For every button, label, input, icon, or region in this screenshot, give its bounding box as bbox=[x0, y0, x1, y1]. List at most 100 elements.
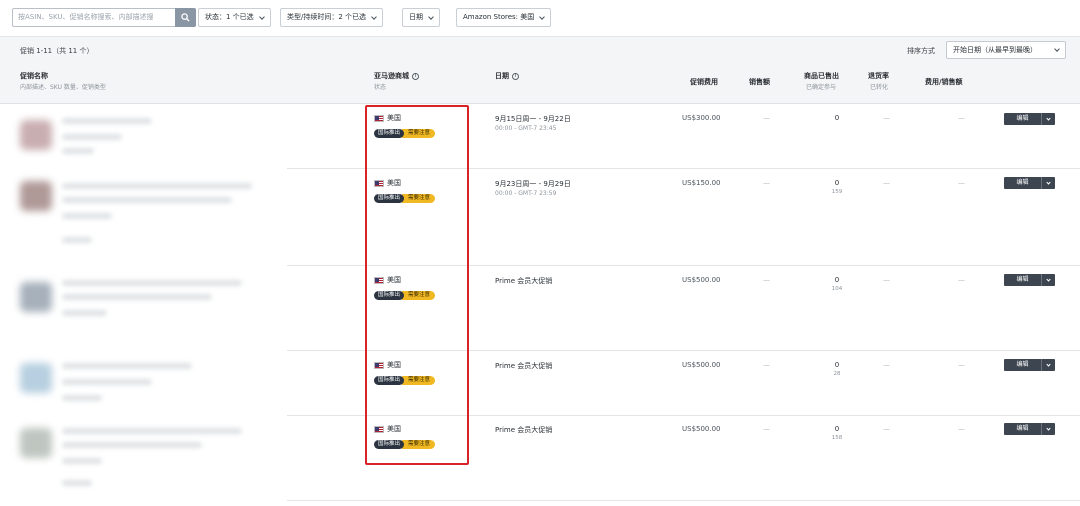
return-rate-value: — bbox=[883, 179, 890, 187]
row-divider bbox=[287, 500, 1080, 501]
units-sold-value: 0 bbox=[834, 361, 840, 369]
product-detail-redacted bbox=[62, 148, 94, 154]
units-committed-value: 158 bbox=[831, 435, 843, 441]
product-thumbnail bbox=[20, 120, 52, 150]
column-header-date-label: 日期 bbox=[495, 72, 509, 80]
return-rate-value: — bbox=[883, 425, 890, 433]
column-header-promo-name[interactable]: 促销名称 bbox=[20, 71, 48, 81]
product-thumbnail bbox=[20, 428, 52, 458]
date-filter-label: 日期 bbox=[409, 13, 423, 21]
edit-button-group: 编辑 bbox=[1004, 113, 1055, 125]
edit-options-button[interactable] bbox=[1041, 274, 1055, 286]
units-committed-value: 104 bbox=[831, 286, 843, 292]
product-detail-redacted bbox=[62, 458, 102, 464]
product-thumbnail bbox=[20, 363, 52, 393]
store-filter-dropdown[interactable]: Amazon Stores: 美国 bbox=[456, 8, 552, 27]
promo-type-badge: 国际推出 bbox=[374, 194, 405, 203]
column-header-date[interactable]: 日期 i bbox=[495, 71, 519, 81]
date-filter-dropdown[interactable]: 日期 bbox=[402, 8, 440, 27]
edit-button-group: 编辑 bbox=[1004, 274, 1055, 286]
fee-sales-value: — bbox=[958, 114, 965, 122]
event-name: Prime 会员大促销 bbox=[495, 277, 553, 285]
column-header-units-sold[interactable]: 商品已售出 bbox=[804, 71, 839, 81]
promo-type-badge: 国际推出 bbox=[374, 129, 405, 138]
sales-value: — bbox=[763, 425, 770, 433]
status-filter-dropdown[interactable]: 状态：1 个已选 bbox=[198, 8, 271, 27]
sort-select[interactable]: 开始日期（从最早到最晚） bbox=[946, 41, 1066, 59]
product-name-redacted bbox=[62, 118, 152, 124]
edit-button[interactable]: 编辑 bbox=[1004, 113, 1041, 125]
column-header-return-rate[interactable]: 退货率 bbox=[868, 71, 889, 81]
column-subheader-units-sold: 已确定参与 bbox=[806, 84, 837, 91]
chevron-down-icon bbox=[1046, 179, 1051, 185]
search-button[interactable] bbox=[175, 8, 196, 27]
edit-button[interactable]: 编辑 bbox=[1004, 177, 1041, 189]
product-detail-redacted bbox=[62, 395, 102, 401]
chevron-down-icon bbox=[1046, 361, 1051, 367]
column-header-fee[interactable]: 促销费用 bbox=[690, 77, 718, 87]
chevron-down-icon bbox=[1046, 115, 1051, 121]
edit-button[interactable]: 编辑 bbox=[1004, 423, 1041, 435]
product-name-redacted bbox=[62, 428, 242, 434]
return-rate-value: — bbox=[883, 276, 890, 284]
date-range: 9月15日周一 - 9月22日 bbox=[495, 115, 571, 123]
column-header-sales[interactable]: 销售额 bbox=[749, 77, 770, 87]
product-name-redacted bbox=[62, 363, 192, 369]
highlight-annotation bbox=[365, 105, 469, 465]
fee-sales-value: — bbox=[958, 425, 965, 433]
fee-sales-value: — bbox=[958, 276, 965, 284]
sales-value: — bbox=[763, 361, 770, 369]
units-sold-value: 0 bbox=[834, 114, 840, 122]
chevron-down-icon bbox=[1046, 276, 1051, 282]
edit-options-button[interactable] bbox=[1041, 423, 1055, 435]
chevron-down-icon bbox=[428, 13, 434, 20]
column-header-marketplace[interactable]: 亚马逊商城 i bbox=[374, 71, 419, 81]
promo-type-badge: 国际推出 bbox=[374, 291, 405, 300]
promo-type-badge: 国际推出 bbox=[374, 440, 405, 449]
chevron-down-icon bbox=[1046, 425, 1051, 431]
chevron-down-icon bbox=[371, 13, 377, 20]
product-name-redacted bbox=[62, 183, 252, 189]
time-range: 00:00 - GMT-7 23:45 bbox=[495, 125, 557, 132]
column-subheader-return-rate: 已转化 bbox=[870, 84, 889, 91]
column-subheader-promo-name: 内部描述、SKU 数量、促销类型 bbox=[20, 84, 106, 91]
time-range: 00:00 - GMT-7 23:59 bbox=[495, 190, 557, 197]
search-input[interactable]: 按ASIN、SKU、促销名称搜索、内部描述搜 bbox=[12, 8, 175, 27]
product-detail-redacted bbox=[62, 134, 122, 140]
promo-fee: US$300.00 bbox=[682, 114, 721, 122]
product-name-redacted bbox=[62, 442, 202, 448]
status-filter-label: 状态：1 个已选 bbox=[205, 13, 254, 21]
column-subheader-status: 状态 bbox=[374, 84, 387, 91]
type-filter-label: 类型/持续时间：2 个已选 bbox=[287, 13, 367, 21]
product-detail-redacted bbox=[62, 237, 92, 243]
chevron-down-icon bbox=[1054, 46, 1060, 52]
event-name: Prime 会员大促销 bbox=[495, 362, 553, 370]
fee-sales-value: — bbox=[958, 361, 965, 369]
date-range: 9月23日周一 - 9月29日 bbox=[495, 180, 571, 188]
product-name-redacted bbox=[62, 197, 232, 203]
product-thumbnail bbox=[20, 282, 52, 312]
event-name: Prime 会员大促销 bbox=[495, 426, 553, 434]
edit-button-group: 编辑 bbox=[1004, 177, 1055, 189]
type-duration-filter-dropdown[interactable]: 类型/持续时间：2 个已选 bbox=[280, 8, 384, 27]
edit-options-button[interactable] bbox=[1041, 113, 1055, 125]
product-thumbnail bbox=[20, 181, 52, 211]
units-sold-value: 0 bbox=[834, 179, 840, 187]
sort-value: 开始日期（从最早到最晚） bbox=[953, 46, 1037, 54]
store-filter-label: Amazon Stores: 美国 bbox=[463, 13, 535, 21]
edit-options-button[interactable] bbox=[1041, 359, 1055, 371]
promo-type-badge: 国际推出 bbox=[374, 376, 405, 385]
product-detail-redacted bbox=[62, 310, 107, 316]
edit-options-button[interactable] bbox=[1041, 177, 1055, 189]
promo-fee: US$500.00 bbox=[682, 361, 721, 369]
edit-button[interactable]: 编辑 bbox=[1004, 359, 1041, 371]
info-icon[interactable]: i bbox=[412, 72, 419, 80]
product-detail-redacted bbox=[62, 379, 152, 385]
product-detail-redacted bbox=[62, 213, 112, 219]
promo-fee: US$500.00 bbox=[682, 276, 721, 284]
edit-button[interactable]: 编辑 bbox=[1004, 274, 1041, 286]
column-header-fee-sales[interactable]: 费用/销售额 bbox=[925, 77, 963, 87]
table-header-bar: 促销 1-11（共 11 个） 排序方式 开始日期（从最早到最晚） 促销名称 内… bbox=[0, 36, 1080, 104]
info-icon[interactable]: i bbox=[512, 72, 519, 80]
fee-sales-value: — bbox=[958, 179, 965, 187]
